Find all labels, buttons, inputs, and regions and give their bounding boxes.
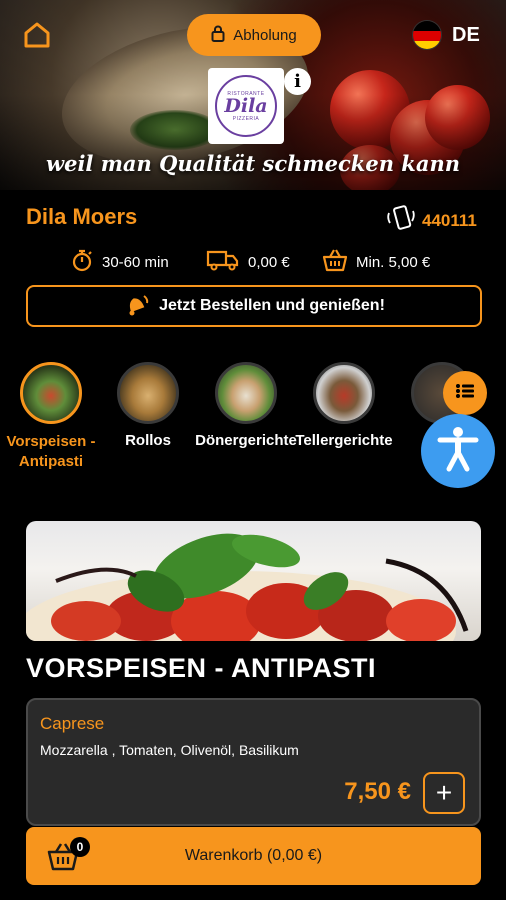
cart-count-badge: 0 (70, 837, 90, 857)
language-selector[interactable]: DE (412, 20, 480, 50)
phone-icon (386, 205, 416, 236)
pickup-toggle-button[interactable]: Abholung (187, 14, 321, 56)
stopwatch-icon (70, 248, 94, 276)
category-image (20, 362, 82, 424)
delivery-fee: 0,00 € (206, 248, 290, 276)
bell-icon (123, 292, 149, 321)
menu-item-price: 7,50 € (344, 778, 411, 805)
category-image (313, 362, 375, 424)
menu-item-name: Caprese (40, 714, 105, 733)
category-image (117, 362, 179, 424)
language-code: DE (452, 23, 480, 46)
category-item-tellergerichte[interactable]: Tellergerichte (289, 362, 399, 449)
menu-item-card[interactable]: Caprese Mozzarella , Tomaten, Olivenöl, … (26, 698, 481, 826)
category-label: Rollos (125, 432, 171, 449)
category-label: Dönergerichte (195, 432, 297, 449)
add-to-cart-button[interactable]: + (423, 772, 465, 814)
logo-text-bottom: PIZZERIA (232, 115, 260, 122)
delivery-truck-icon (206, 248, 240, 276)
category-item-vorspeisen[interactable]: Vorspeisen - Antipasti (0, 362, 106, 471)
section-banner-image (26, 521, 481, 641)
delivery-time-text: 30-60 min (102, 253, 169, 271)
lock-icon (211, 25, 225, 46)
minimum-order-text: Min. 5,00 € (356, 253, 431, 271)
accessibility-button[interactable] (421, 414, 495, 488)
cart-button[interactable]: 0 Warenkorb (0,00 €) (26, 827, 481, 885)
list-icon (455, 383, 475, 404)
category-item-rollos[interactable]: Rollos (93, 362, 203, 449)
basket-icon (322, 248, 348, 276)
category-image (215, 362, 277, 424)
cart-label: Warenkorb (0,00 €) (184, 847, 323, 864)
info-icon[interactable]: i (284, 68, 311, 95)
restaurant-name: Dila Moers (26, 204, 138, 229)
delivery-time: 30-60 min (70, 248, 169, 276)
section-title: VORSPEISEN - ANTIPASTI (26, 653, 377, 683)
order-now-button[interactable]: Jetzt Bestellen und genießen! (26, 285, 482, 327)
pickup-label: Abholung (233, 26, 297, 44)
delivery-fee-text: 0,00 € (248, 253, 290, 271)
minimum-order: Min. 5,00 € (322, 248, 430, 276)
germany-flag-icon (412, 20, 442, 50)
slogan: weil man Qualität schmecken kann (46, 151, 460, 176)
category-label: Tellergerichte (295, 432, 393, 449)
category-label: Vorspeisen - Antipasti (6, 433, 96, 470)
order-now-label: Jetzt Bestellen und genießen! (159, 297, 385, 314)
menu-item-description: Mozzarella , Tomaten, Olivenöl, Basiliku… (40, 742, 299, 758)
accessibility-icon (436, 425, 480, 478)
restaurant-logo: RISTORANTE Dila PIZZERIA (208, 68, 284, 144)
category-list-button[interactable] (443, 371, 487, 415)
logo-name: Dila (224, 94, 268, 117)
phone-number: 440111 (422, 210, 477, 230)
category-item-doenergerichte[interactable]: Dönergerichte (191, 362, 301, 449)
phone-link[interactable]: 440111 (386, 205, 477, 236)
home-icon[interactable] (22, 20, 52, 50)
